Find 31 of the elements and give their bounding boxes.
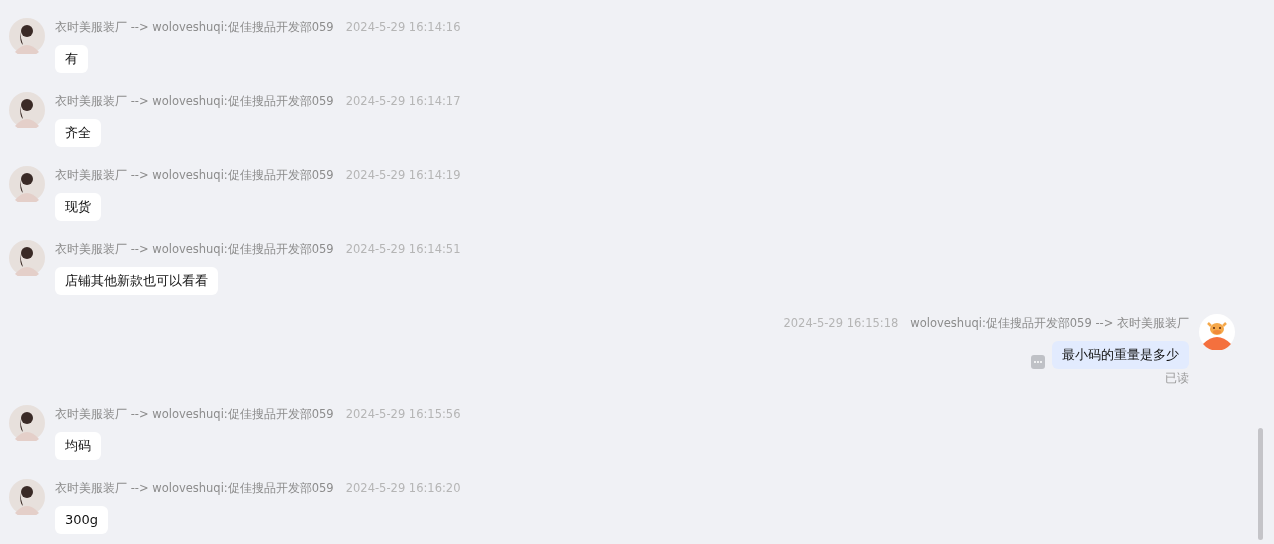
sender-label: 衣时美服装厂 --> woloveshuqi:促佳搜品开发部059 (55, 19, 334, 36)
avatar-icon (1199, 314, 1235, 350)
message-time: 2024-5-29 16:14:16 (345, 19, 461, 36)
message-time: 2024-5-29 16:15:18 (783, 315, 899, 332)
message-bubble: 均码 (55, 432, 101, 460)
message-bubble: 齐全 (55, 119, 101, 147)
sender-label: woloveshuqi:促佳搜品开发部059 --> 衣时美服装厂 (910, 315, 1189, 332)
message-bubble: 有 (55, 45, 88, 73)
message-bubble: 店铺其他新款也可以看看 (55, 267, 218, 295)
message-time: 2024-5-29 16:15:56 (345, 406, 461, 423)
message-bubble: 现货 (55, 193, 101, 221)
avatar-icon (9, 92, 45, 128)
sender-label: 衣时美服装厂 --> woloveshuqi:促佳搜品开发部059 (55, 406, 334, 423)
avatar-icon (9, 18, 45, 54)
message-time: 2024-5-29 16:14:19 (345, 167, 461, 184)
avatar-icon (9, 479, 45, 515)
message-bubble: 最小码的重量是多少 (1052, 341, 1189, 369)
avatar-icon (9, 405, 45, 441)
scrollbar-thumb[interactable] (1258, 428, 1263, 540)
read-status: 已读 (1165, 370, 1189, 386)
message-time: 2024-5-29 16:14:17 (345, 93, 461, 110)
more-icon[interactable] (1031, 355, 1045, 369)
sender-label: 衣时美服装厂 --> woloveshuqi:促佳搜品开发部059 (55, 241, 334, 258)
avatar-icon (9, 240, 45, 276)
avatar-icon (9, 166, 45, 202)
sender-label: 衣时美服装厂 --> woloveshuqi:促佳搜品开发部059 (55, 93, 334, 110)
message-time: 2024-5-29 16:14:51 (345, 241, 461, 258)
message-time: 2024-5-29 16:16:20 (345, 480, 461, 497)
message-bubble: 300g (55, 506, 109, 534)
sender-label: 衣时美服装厂 --> woloveshuqi:促佳搜品开发部059 (55, 480, 334, 497)
sender-label: 衣时美服装厂 --> woloveshuqi:促佳搜品开发部059 (55, 167, 334, 184)
